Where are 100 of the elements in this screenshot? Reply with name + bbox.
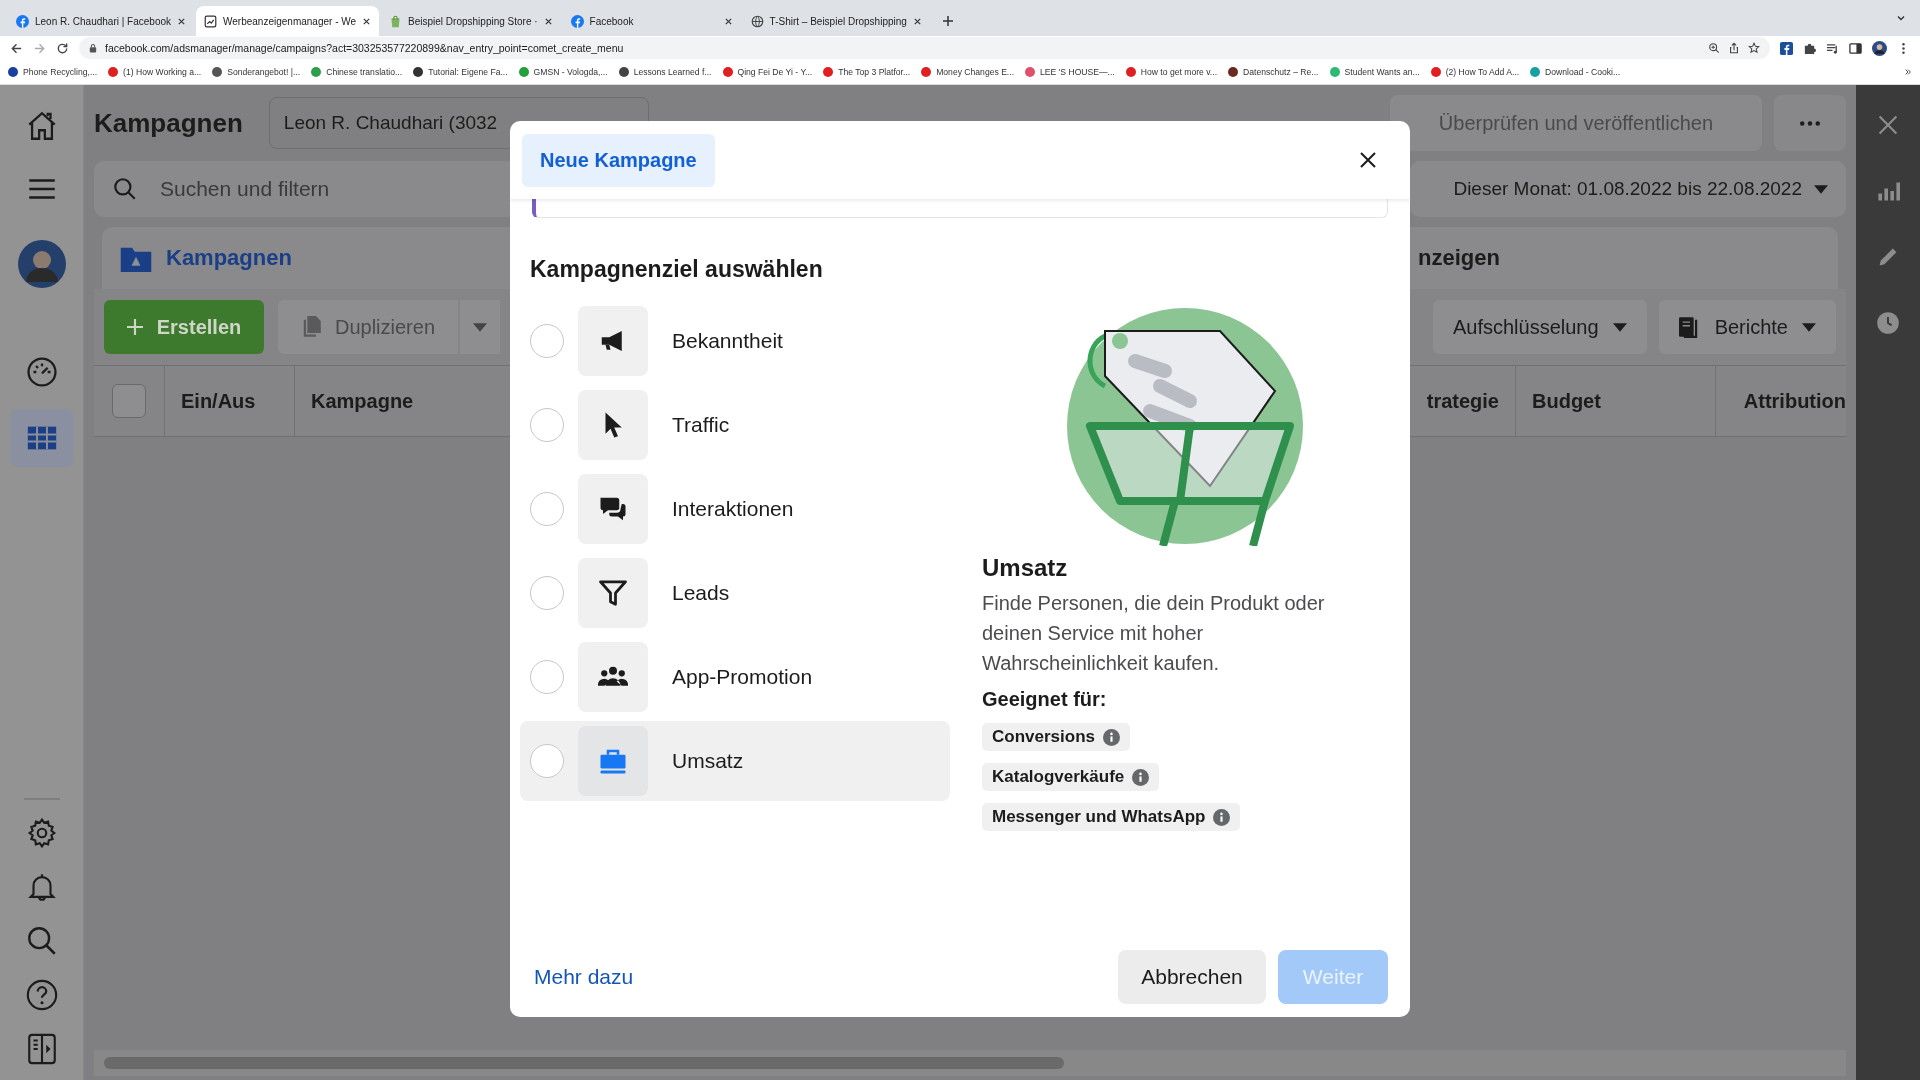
bookmark[interactable]: Tutorial: Eigene Fa...	[413, 67, 508, 77]
bookmark[interactable]: GMSN - Vologda,...	[518, 67, 608, 77]
column-header[interactable]: Budget	[1516, 366, 1716, 436]
star-icon[interactable]	[1748, 42, 1760, 54]
caret-icon	[1612, 322, 1627, 332]
radio-button[interactable]	[530, 576, 564, 610]
globe-icon	[750, 14, 764, 28]
bookmark[interactable]: (1) How Working a...	[108, 67, 202, 77]
browser-tab[interactable]: T-Shirt – Beispiel Dropshipping	[742, 6, 930, 36]
objective-description: Finde Personen, die dein Produkt oder deinen Service mit hoher Wahrscheinlichkeit kaufen.	[982, 591, 1326, 676]
close-icon[interactable]	[543, 16, 553, 26]
objective-option[interactable]: App-Promotion	[520, 637, 950, 717]
bookmark[interactable]: Chinese translatio...	[311, 67, 403, 77]
plus-icon	[126, 319, 143, 335]
scrollbar-thumb[interactable]	[104, 1057, 1064, 1069]
bookmark[interactable]: Qing Fei De Yi - Y...	[722, 67, 813, 77]
reload-icon[interactable]	[56, 41, 69, 55]
facebook-icon[interactable]	[1780, 41, 1793, 55]
close-icon[interactable]	[1358, 150, 1378, 170]
close-icon[interactable]	[177, 16, 186, 26]
browser-tab[interactable]: Leon R. Chaudhari | Facebook	[8, 6, 194, 36]
campaign-table-button[interactable]	[9, 409, 74, 467]
radio-button[interactable]	[530, 492, 564, 526]
chevron-down-icon[interactable]	[1896, 13, 1906, 23]
tab-title: Leon R. Chaudhari | Facebook	[35, 15, 171, 27]
use-case-tag: Katalogverkäufe	[982, 763, 1160, 791]
gauge-icon[interactable]	[24, 355, 59, 389]
address-bar[interactable]: facebook.com/adsmanager/manage/campaigns?act=303253577220899&nav_entry_point=comet_create_menu	[79, 37, 1770, 59]
browser-tab[interactable]: Werbeanzeigenmanager - We	[196, 6, 380, 36]
bookmark[interactable]: The Top 3 Platfor...	[823, 67, 911, 77]
radio-button[interactable]	[530, 660, 564, 694]
cancel-button[interactable]: Abbrechen	[1118, 950, 1266, 1004]
create-button[interactable]: Erstellen	[104, 300, 264, 354]
objective-option[interactable]: Interaktionen	[520, 469, 950, 549]
more-icon	[1800, 120, 1820, 126]
close-icon[interactable]	[723, 16, 733, 26]
lock-icon	[89, 43, 97, 53]
shopping-bag-icon	[389, 14, 403, 28]
radio-button[interactable]	[530, 408, 564, 442]
chart-icon	[204, 14, 217, 28]
clock-icon[interactable]	[1876, 311, 1900, 335]
radio-button[interactable]	[530, 324, 564, 358]
tab-title: Werbeanzeigenmanager - We	[223, 15, 357, 27]
ads-tab[interactable]: nzeigen	[1418, 245, 1838, 271]
info-icon[interactable]	[1132, 768, 1150, 786]
use-case-tag: Messenger und WhatsApp	[982, 803, 1241, 831]
radio-button[interactable]	[530, 744, 564, 778]
caret-icon	[473, 322, 487, 332]
help-icon[interactable]	[24, 978, 59, 1012]
column-header[interactable]: Attribution	[1716, 366, 1846, 436]
breakdown-button[interactable]: Aufschlüsselung	[1432, 300, 1647, 354]
objective-option[interactable]: Bekanntheit	[520, 301, 950, 381]
plus-icon[interactable]	[941, 15, 954, 27]
date-range-dropdown[interactable]: Dieser Monat: 01.08.2022 bis 22.08.2022	[1410, 161, 1846, 217]
bookmark[interactable]: Download - Cooki...	[1530, 67, 1621, 77]
search-icon	[112, 176, 138, 202]
bookmark[interactable]: Datenschutz – Re...	[1228, 67, 1319, 77]
funnel-icon	[598, 578, 628, 608]
bookmark[interactable]: LEE 'S HOUSE—...	[1025, 67, 1115, 77]
bookmark[interactable]: (2) How To Add A...	[1430, 67, 1520, 77]
objective-option[interactable]: Umsatz	[520, 721, 950, 801]
tab-title: Facebook	[589, 15, 635, 27]
bookmark[interactable]: How to get more v...	[1125, 67, 1218, 77]
column-header[interactable]: Ein/Aus	[165, 366, 295, 436]
caret-icon	[1814, 184, 1828, 194]
double-chevron-icon[interactable]	[1904, 68, 1912, 76]
puzzle-icon[interactable]	[1803, 41, 1816, 55]
bookmark[interactable]: Sonderangebot! |...	[212, 67, 301, 77]
bookmark[interactable]: Student Wants an...	[1329, 67, 1420, 77]
suitable-for-label: Geeignet für:	[982, 688, 1107, 711]
caret-icon	[1802, 322, 1816, 332]
dialog-tab[interactable]: Neue Kampagne	[522, 133, 715, 187]
close-icon[interactable]	[362, 16, 372, 26]
browser-tab[interactable]: Facebook	[562, 6, 741, 36]
tab-title: T-Shirt – Beispiel Dropshipping	[769, 15, 907, 27]
bookmark[interactable]: Phone Recycling,...	[8, 67, 98, 77]
objective-title: Umsatz	[982, 554, 1068, 582]
reports-button[interactable]: Berichte	[1658, 300, 1836, 354]
facebook-icon	[570, 14, 584, 28]
objective-option[interactable]: Leads	[520, 553, 950, 633]
tab-title: Beispiel Dropshipping Store ·	[408, 15, 538, 27]
zoom-icon[interactable]	[1708, 42, 1720, 54]
share-icon[interactable]	[1728, 42, 1740, 54]
playlist-icon[interactable]	[1826, 41, 1839, 55]
page-title: Kampagnen	[94, 107, 243, 139]
side-panel-icon[interactable]	[1849, 41, 1862, 55]
bookmark[interactable]: Lessons Learned f...	[618, 67, 712, 77]
back-icon[interactable]	[10, 41, 23, 55]
use-case-tag: Conversions	[982, 723, 1130, 751]
dropdown-button[interactable]	[460, 300, 500, 354]
facebook-icon	[16, 14, 29, 28]
learn-more-link[interactable]: Mehr dazu	[534, 965, 634, 989]
close-icon[interactable]	[912, 16, 922, 26]
avatar-icon[interactable]	[1872, 40, 1887, 56]
info-icon[interactable]	[1103, 728, 1120, 746]
select-all-checkbox[interactable]	[112, 384, 146, 418]
info-icon[interactable]	[1213, 808, 1231, 826]
bookmark[interactable]: Money Changes E...	[921, 67, 1015, 77]
browser-tab[interactable]: Beispiel Dropshipping Store ·	[381, 6, 561, 36]
objective-option[interactable]: Traffic	[520, 385, 950, 465]
